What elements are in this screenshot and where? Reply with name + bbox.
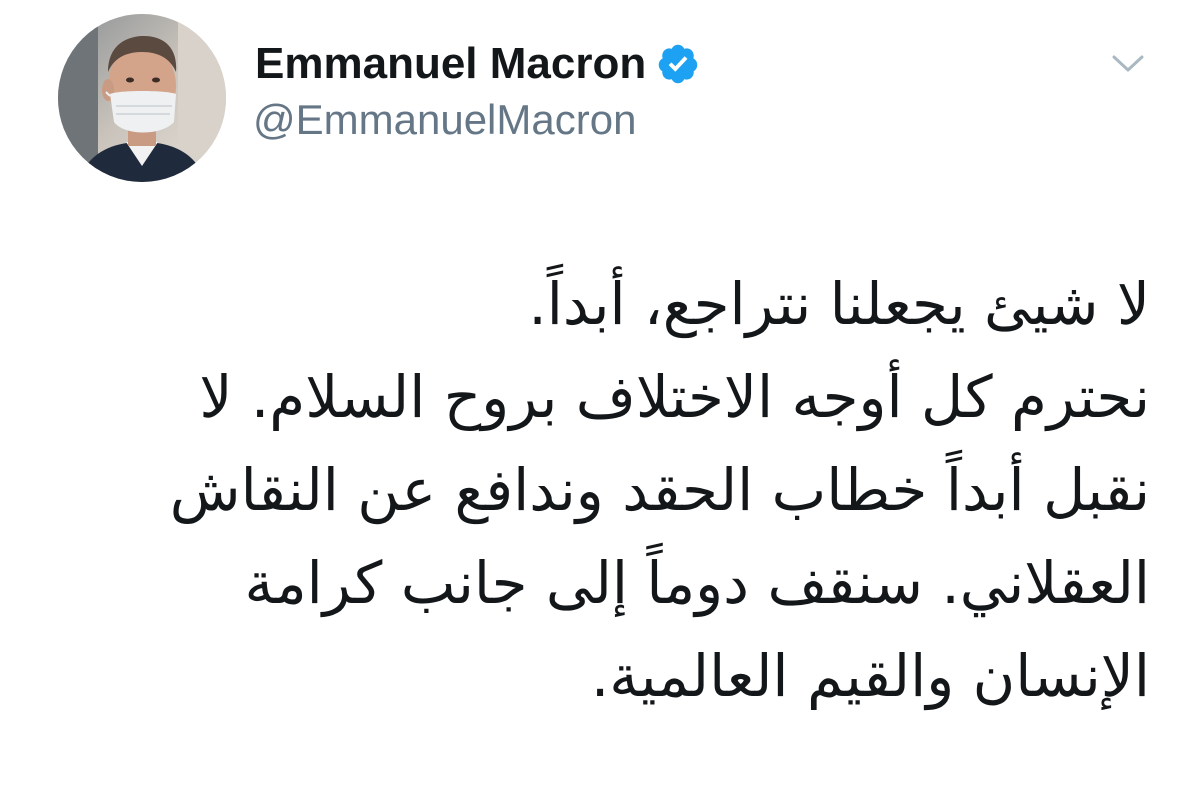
chevron-down-icon[interactable] — [1108, 46, 1148, 80]
avatar-photo — [58, 14, 226, 182]
tweet-text-line: العقلاني. سنقف دوماً إلى جانب كرامة — [244, 549, 1150, 617]
author-handle[interactable]: @EmmanuelMacron — [253, 96, 636, 144]
verified-badge-icon — [656, 42, 700, 86]
tweet-card: Emmanuel Macron @EmmanuelMacron لا شيئ ي… — [0, 0, 1200, 790]
author-display-name[interactable]: Emmanuel Macron — [255, 39, 646, 89]
author-avatar[interactable] — [58, 14, 226, 182]
tweet-text-line: لا شيئ يجعلنا نتراجع، أبداً. — [528, 270, 1150, 338]
tweet-text-line: نحترم كل أوجه الاختلاف بروح السلام. لا — [199, 363, 1150, 431]
author-name-row: Emmanuel Macron — [255, 34, 700, 94]
tweet-text-line: نقبل أبداً خطاب الحقد وندافع عن النقاش — [169, 456, 1150, 524]
tweet-text: لا شيئ يجعلنا نتراجع، أبداً. نحترم كل أو… — [60, 258, 1150, 723]
tweet-text-line: الإنسان والقيم العالمية. — [590, 642, 1150, 710]
